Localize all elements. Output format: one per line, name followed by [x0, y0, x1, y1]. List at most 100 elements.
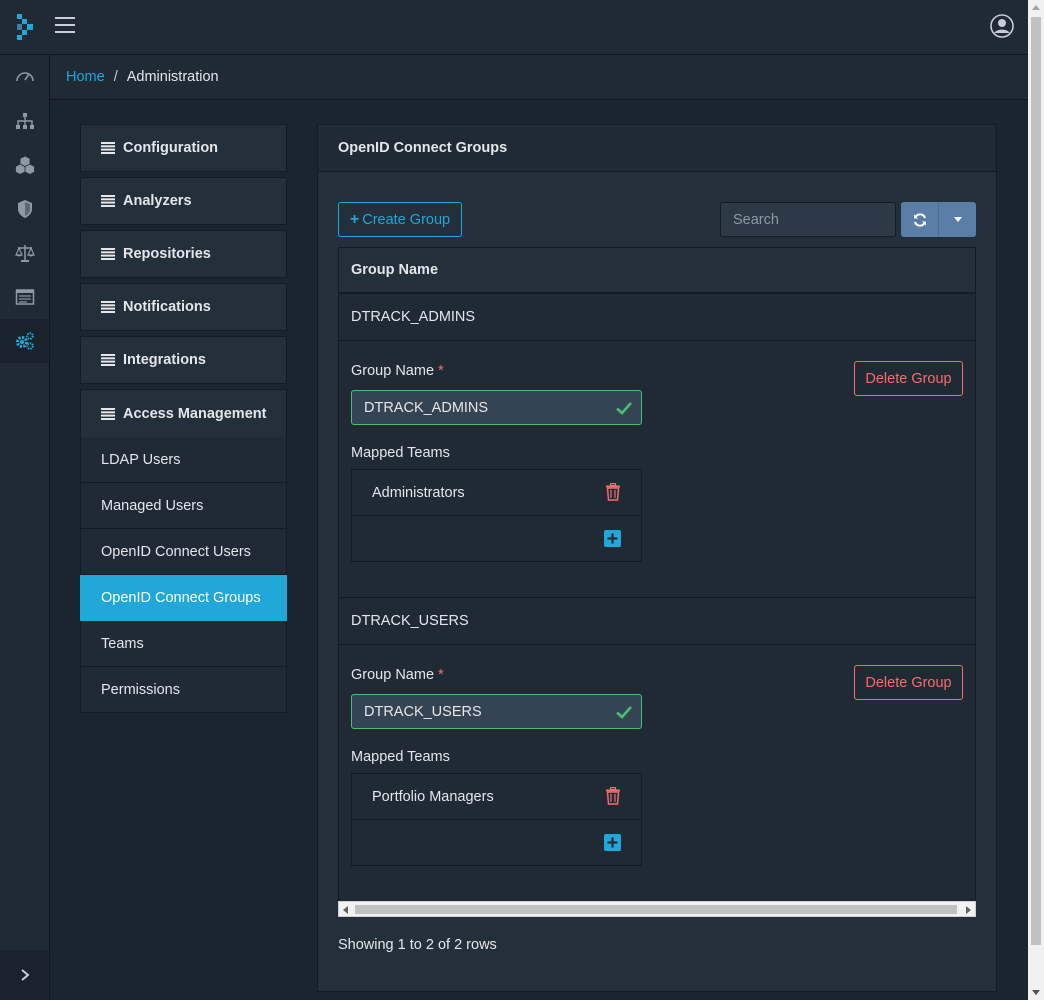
sidebar-toggle-button[interactable] [0, 950, 49, 1000]
scroll-up-arrow-icon[interactable] [1032, 5, 1040, 10]
menu-section-label: Access Management [123, 405, 267, 422]
card-title: OpenID Connect Groups [318, 125, 996, 172]
menu-section-label: Repositories [123, 246, 211, 262]
refresh-button[interactable] [901, 202, 939, 237]
mapped-team-name: Administrators [372, 484, 465, 501]
sidebar-item-administration[interactable] [0, 319, 49, 363]
delete-group-button[interactable]: Delete Group [854, 665, 963, 700]
scrollbar-thumb[interactable] [1031, 17, 1041, 945]
dependency-track-logo-icon[interactable] [14, 12, 36, 42]
list-icon [101, 195, 115, 207]
list-icon [101, 354, 115, 366]
menu-section-label: Integrations [123, 352, 206, 368]
openid-groups-card: OpenID Connect Groups + Create Group Gro… [317, 124, 997, 992]
columns-dropdown-button[interactable] [939, 202, 976, 237]
list-icon [101, 407, 115, 420]
plus-square-icon[interactable] [604, 834, 621, 851]
menu-item-permissions[interactable]: Permissions [80, 667, 287, 713]
pagination-info: Showing 1 to 2 of 2 rows [338, 937, 497, 953]
menu-item-teams[interactable]: Teams [80, 621, 287, 667]
caret-down-icon [953, 217, 962, 222]
create-group-button[interactable]: + Create Group [338, 202, 462, 237]
list-icon [101, 142, 115, 154]
add-team-row [352, 820, 641, 866]
required-marker: * [438, 363, 444, 379]
trash-icon[interactable] [605, 483, 621, 501]
menu-item-openid-connect-groups[interactable]: OpenID Connect Groups [80, 575, 287, 621]
create-group-label: Create Group [362, 211, 451, 228]
group-name-label-text: Group Name [351, 363, 435, 379]
group-name-field-label: Group Name * [351, 363, 444, 379]
mapped-teams-label: Mapped Teams [351, 445, 450, 461]
mapped-team-name: Portfolio Managers [372, 788, 494, 805]
vulnerabilities-icon [17, 200, 32, 218]
mapped-teams-label: Mapped Teams [351, 749, 450, 765]
user-circle-icon[interactable] [990, 14, 1014, 38]
menu-item-managed-users[interactable]: Managed Users [80, 483, 287, 529]
group-detail-panel: Group Name * DTRACK_ADMINS Delete Group M… [339, 341, 975, 598]
table-horizontal-scrollbar[interactable] [338, 901, 976, 917]
breadcrumb-home-link[interactable]: Home [66, 69, 105, 85]
sidebar-item-dashboard[interactable] [0, 55, 49, 99]
plus-icon: + [349, 210, 360, 228]
group-name-value: DTRACK_ADMINS [364, 399, 489, 416]
menu-section-integrations[interactable]: Integrations [80, 336, 287, 384]
breadcrumb-current: Administration [126, 69, 219, 85]
sidebar-item-vulnerabilities[interactable] [0, 187, 49, 231]
scroll-right-arrow-icon[interactable] [966, 906, 971, 914]
menu-section-notifications[interactable]: Notifications [80, 283, 287, 331]
mapped-teams-list: Portfolio Managers [351, 773, 642, 866]
scrollbar-thumb[interactable] [355, 905, 957, 914]
licenses-icon [14, 245, 35, 262]
menu-section-analyzers[interactable]: Analyzers [80, 177, 287, 225]
required-marker: * [438, 667, 444, 683]
administration-icon [15, 332, 34, 350]
list-icon [101, 301, 115, 313]
sidebar-item-projects[interactable] [0, 99, 49, 143]
sidebar-item-components[interactable] [0, 143, 49, 187]
dashboard-icon [15, 72, 34, 82]
icon-sidebar [0, 55, 50, 1000]
list-item: Administrators [352, 470, 641, 516]
group-detail-panel: Group Name * DTRACK_USERS Delete Group Ma… [339, 645, 975, 902]
menu-item-ldap-users[interactable]: LDAP Users [80, 437, 287, 483]
check-icon [616, 402, 632, 415]
sidebar-item-licenses[interactable] [0, 231, 49, 275]
menu-section-repositories[interactable]: Repositories [80, 230, 287, 278]
check-icon [616, 706, 632, 719]
sidebar-item-tags[interactable] [0, 275, 49, 319]
menu-item-openid-connect-users[interactable]: OpenID Connect Users [80, 529, 287, 575]
components-icon [14, 155, 35, 175]
menu-section-label: Analyzers [123, 193, 192, 209]
plus-square-icon[interactable] [604, 530, 621, 547]
scroll-left-arrow-icon[interactable] [343, 906, 348, 914]
projects-icon [15, 113, 34, 129]
toolbar-button-group [901, 202, 976, 237]
chevron-right-icon [20, 969, 30, 981]
search-input[interactable] [720, 202, 896, 237]
table-row[interactable]: DTRACK_USERS [339, 598, 975, 645]
group-name-label-text: Group Name [351, 667, 435, 683]
list-icon [101, 248, 115, 260]
groups-table: Group Name DTRACK_ADMINS Group Name * DTR… [338, 247, 976, 917]
menu-section-label: Notifications [123, 299, 211, 315]
page-vertical-scrollbar[interactable] [1028, 0, 1044, 1000]
group-name-value: DTRACK_USERS [364, 703, 482, 720]
group-name-field[interactable]: DTRACK_ADMINS [351, 390, 642, 425]
mapped-teams-list: Administrators [351, 469, 642, 562]
group-name-field-label: Group Name * [351, 667, 444, 683]
menu-section-configuration[interactable]: Configuration [80, 124, 287, 172]
menu-section-label: Configuration [123, 140, 219, 156]
hamburger-menu-icon[interactable] [55, 17, 75, 35]
table-row[interactable]: DTRACK_ADMINS [339, 294, 975, 341]
table-header-group-name[interactable]: Group Name [339, 248, 975, 294]
breadcrumb-separator: / [113, 69, 118, 85]
refresh-icon [913, 212, 926, 227]
delete-group-button[interactable]: Delete Group [854, 361, 963, 396]
group-name-field[interactable]: DTRACK_USERS [351, 694, 642, 729]
trash-icon[interactable] [605, 787, 621, 805]
menu-section-access-management[interactable]: Access Management [80, 389, 287, 437]
admin-menu: Configuration Analyzers Repositories Not… [80, 124, 287, 713]
list-item: Portfolio Managers [352, 774, 641, 820]
scroll-down-arrow-icon[interactable] [1032, 990, 1040, 995]
